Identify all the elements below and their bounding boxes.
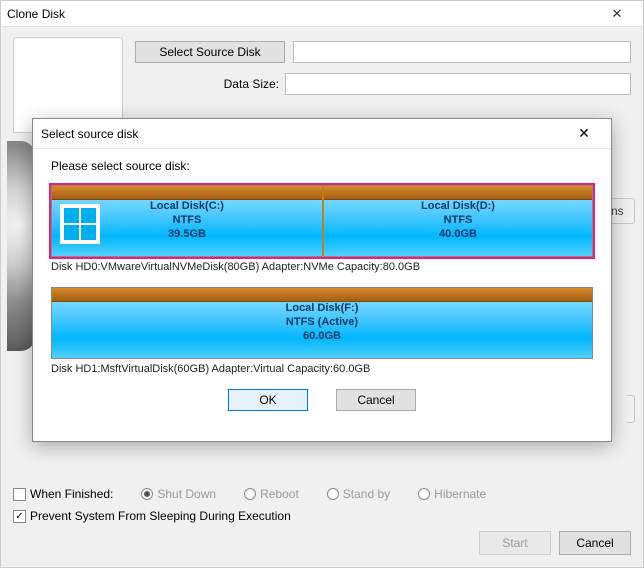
partition-c[interactable]: Local Disk(C:) NTFS 39.5GB (52, 186, 322, 256)
bottom-bar: When Finished: Shut Down Reboot Stand by… (1, 479, 643, 567)
disk0-info: Disk HD0:VMwareVirtualNVMeDisk(80GB) Ada… (51, 261, 593, 273)
shut-down-radio: Shut Down (141, 487, 216, 501)
modal-prompt: Please select source disk: (51, 159, 593, 173)
checkbox-icon: ✓ (13, 510, 26, 523)
partial-box (627, 395, 635, 423)
reboot-radio: Reboot (244, 487, 299, 501)
disk-art-icon (7, 141, 35, 351)
modal-close-button[interactable]: ✕ (565, 120, 603, 148)
cancel-button[interactable]: Cancel (559, 531, 631, 555)
radio-icon (418, 488, 430, 500)
when-finished-label: When Finished: (30, 487, 113, 501)
partition-f[interactable]: Local Disk(F:) NTFS (Active) 60.0GB (52, 288, 592, 358)
main-title: Clone Disk (7, 7, 597, 21)
modal-title: Select source disk (41, 127, 565, 141)
prevent-sleep-checkbox[interactable]: ✓ Prevent System From Sleeping During Ex… (13, 509, 291, 523)
disk0-bar[interactable]: Local Disk(C:) NTFS 39.5GB Local Disk(D:… (51, 185, 593, 257)
windows-logo-icon (60, 204, 100, 244)
radio-icon (141, 488, 153, 500)
disk1-info: Disk HD1:MsftVirtualDisk(60GB) Adapter:V… (51, 363, 593, 375)
data-size-field (285, 73, 631, 95)
checkbox-icon (13, 488, 26, 501)
start-button: Start (479, 531, 551, 555)
hibernate-radio: Hibernate (418, 487, 486, 501)
partition-d[interactable]: Local Disk(D:) NTFS 40.0GB (324, 186, 592, 256)
stand-by-radio: Stand by (327, 487, 390, 501)
radio-icon (244, 488, 256, 500)
modal-cancel-button[interactable]: Cancel (336, 389, 416, 411)
main-titlebar: Clone Disk ✕ (1, 1, 643, 27)
modal-titlebar: Select source disk ✕ (33, 119, 611, 149)
ok-button[interactable]: OK (228, 389, 308, 411)
select-source-disk-dialog: Select source disk ✕ Please select sourc… (32, 118, 612, 442)
main-close-button[interactable]: ✕ (597, 1, 637, 27)
disk1-bar[interactable]: Local Disk(F:) NTFS (Active) 60.0GB (51, 287, 593, 359)
when-finished-checkbox[interactable]: When Finished: (13, 487, 113, 501)
radio-icon (327, 488, 339, 500)
select-source-disk-button[interactable]: Select Source Disk (135, 41, 285, 63)
source-disk-field[interactable] (293, 41, 631, 63)
data-size-label: Data Size: (135, 77, 285, 91)
